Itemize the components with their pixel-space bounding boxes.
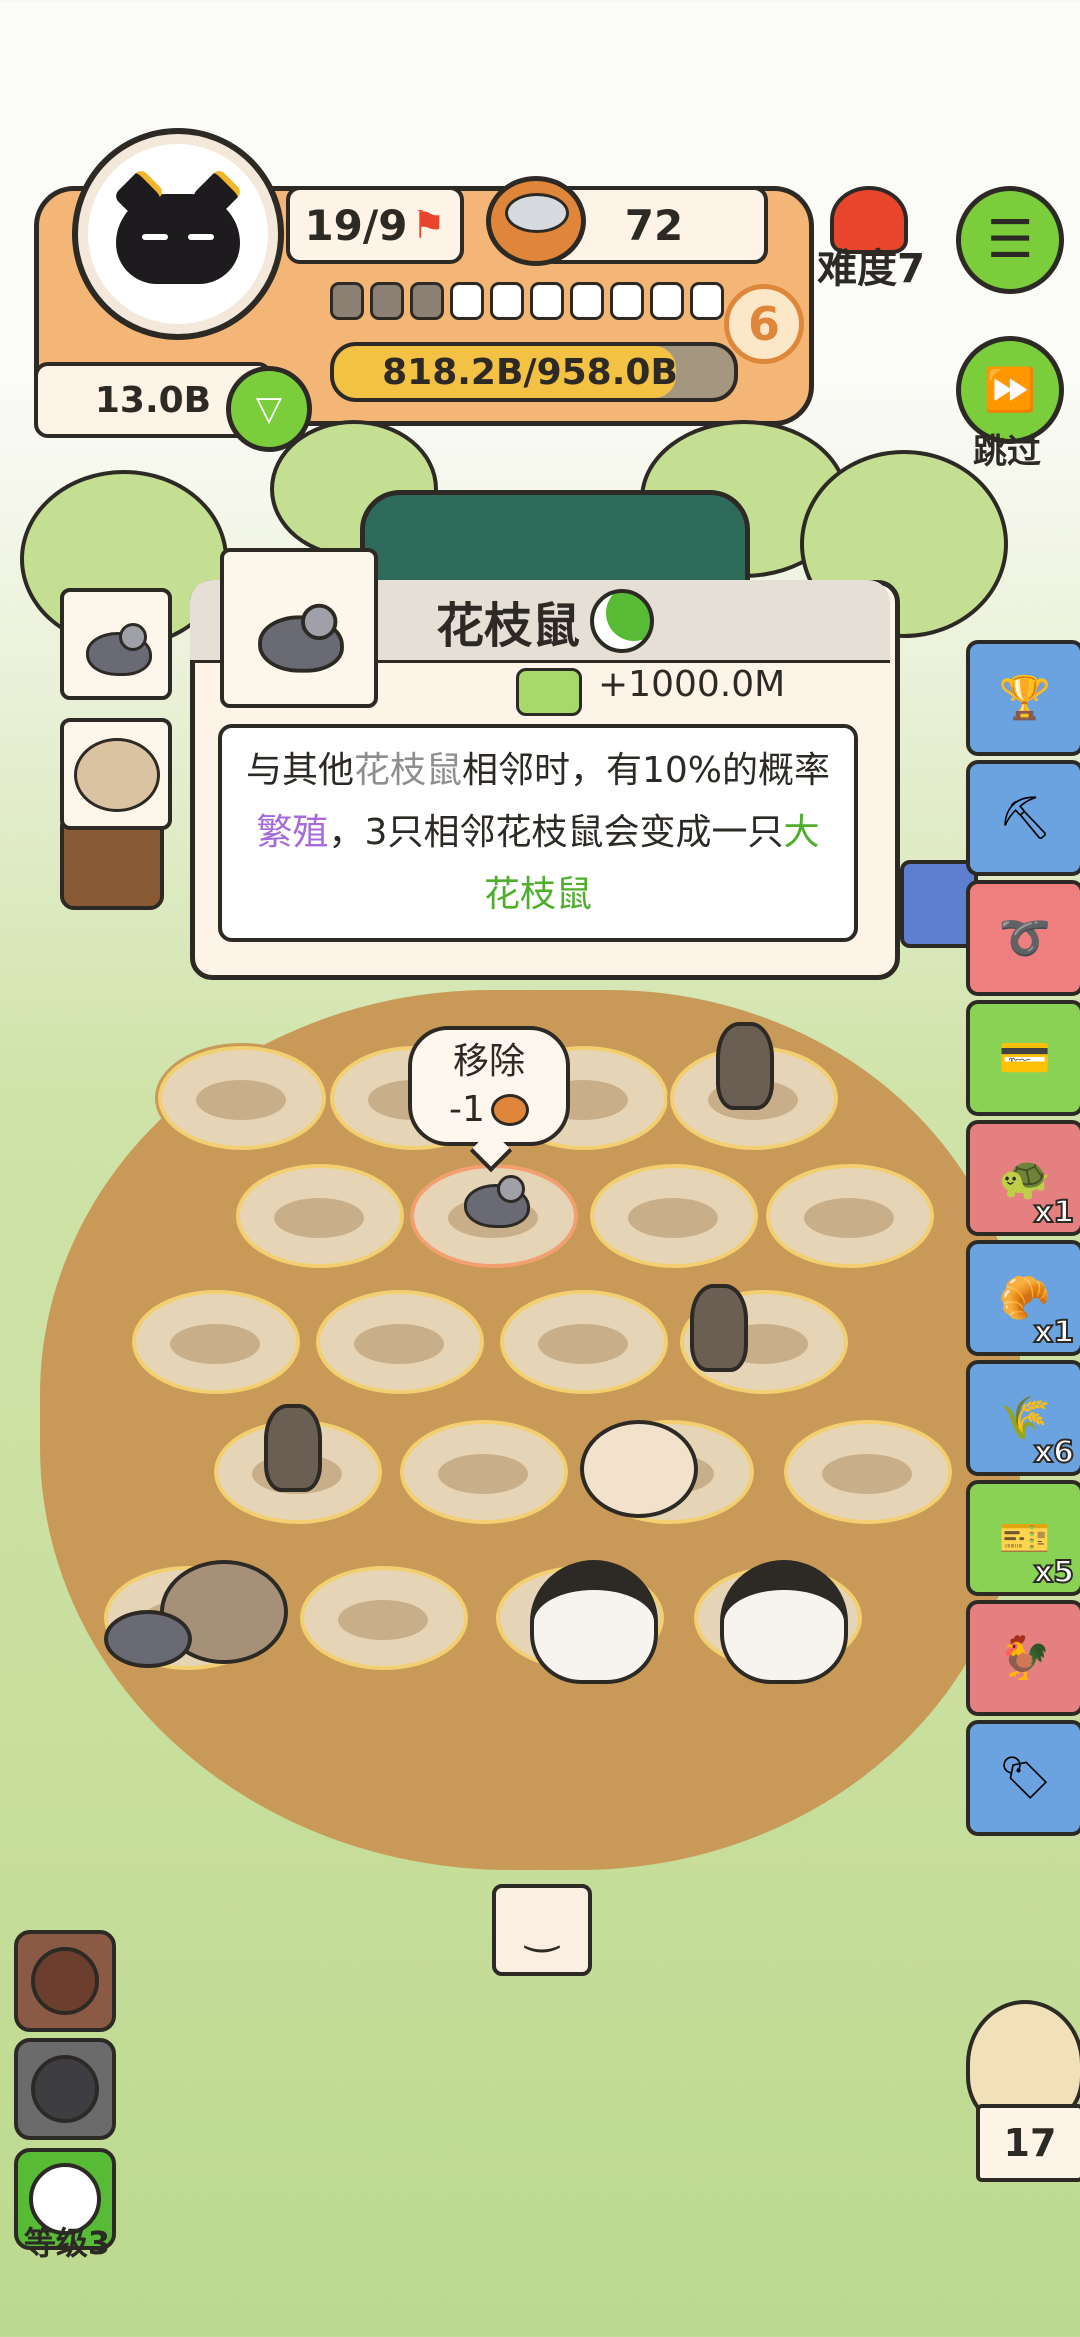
side-item-turtle-shell[interactable]: 🐢 x1 bbox=[966, 1120, 1080, 1236]
item-count: x5 bbox=[1033, 1554, 1075, 1591]
burrow-icon bbox=[74, 738, 160, 812]
chicken-icon: 🐓 bbox=[998, 1633, 1052, 1682]
side-item-pot[interactable]: ⛏ bbox=[966, 760, 1080, 876]
collection-card-burrow[interactable] bbox=[60, 718, 172, 830]
burrow-hole[interactable] bbox=[132, 1290, 300, 1394]
side-item-discount-ticket[interactable]: 🏷 bbox=[966, 1720, 1080, 1836]
ghost-skill-button[interactable] bbox=[14, 2038, 116, 2140]
cash-stack-icon bbox=[516, 668, 582, 716]
burrow-hole[interactable] bbox=[158, 1046, 326, 1150]
can-count-text: 72 bbox=[624, 200, 684, 250]
burrow-hole[interactable] bbox=[300, 1566, 468, 1670]
mouse-icon bbox=[86, 623, 152, 676]
desc-keyword-critter: 花枝鼠 bbox=[353, 750, 462, 791]
level-badge-text: 6 bbox=[747, 297, 780, 351]
side-item-chicken[interactable]: 🐓 bbox=[966, 1600, 1080, 1716]
remove-label: 移除 bbox=[452, 1041, 525, 1082]
ghost-cat-icon bbox=[31, 2055, 99, 2123]
side-item-rope[interactable]: ➰ bbox=[966, 880, 1080, 996]
hamster-critter[interactable] bbox=[580, 1420, 698, 1518]
rope-icon: ➰ bbox=[998, 913, 1052, 962]
burrow-hole[interactable] bbox=[766, 1164, 934, 1268]
owl-count-text: 17 bbox=[1003, 2121, 1057, 2165]
burrow-hole[interactable] bbox=[236, 1164, 404, 1268]
remove-cost: -1 bbox=[449, 1089, 485, 1130]
critter-name-text: 花枝鼠 bbox=[435, 598, 580, 654]
level-label: 等级3 bbox=[23, 2224, 111, 2262]
cookie-icon bbox=[31, 1947, 99, 2015]
kill-counter: 19/9 ⚑ bbox=[286, 186, 464, 264]
side-item-seed-sack[interactable]: 🌾 x6 bbox=[966, 1360, 1080, 1476]
desc-text: 相邻时，有10%的概率 bbox=[462, 750, 831, 791]
item-count: x6 bbox=[1033, 1434, 1075, 1471]
collapse-panel-button[interactable]: ‿ bbox=[492, 1884, 592, 1976]
fast-forward-icon: ⏩ bbox=[983, 365, 1037, 414]
critter-name: 花枝鼠 bbox=[400, 588, 690, 654]
level-segments bbox=[330, 282, 730, 324]
discount-ticket-icon: 🏷 bbox=[998, 1753, 1052, 1802]
burrow-hole[interactable] bbox=[316, 1290, 484, 1394]
burrow-hole[interactable] bbox=[500, 1290, 668, 1394]
desc-text: 与其他 bbox=[245, 750, 354, 791]
black-cat-avatar-icon bbox=[112, 167, 244, 284]
cookie-skill-button[interactable] bbox=[14, 1930, 116, 2032]
desc-keyword-breed: 繁殖 bbox=[256, 812, 329, 853]
food-can-icon bbox=[486, 176, 586, 266]
collection-card-mouse[interactable] bbox=[60, 588, 172, 700]
list-menu-icon: ☰ bbox=[986, 210, 1034, 270]
jerboa-critter[interactable] bbox=[716, 1022, 774, 1110]
money-text: 13.0B bbox=[94, 379, 212, 421]
chevron-down-icon: ▽ bbox=[255, 389, 283, 429]
trophy-icon: 🏆 bbox=[998, 673, 1052, 722]
red-flag-icon: ⚑ bbox=[411, 203, 446, 247]
kill-count-text: 19/9 bbox=[304, 200, 408, 250]
side-item-card[interactable]: 💳 bbox=[966, 1000, 1080, 1116]
rabbit-critter[interactable] bbox=[720, 1560, 848, 1684]
fancy-mouse-icon bbox=[258, 603, 344, 673]
side-item-refresh-ticket[interactable]: 🎫 x5 bbox=[966, 1480, 1080, 1596]
player-avatar[interactable] bbox=[72, 128, 284, 340]
level-badge: 6 bbox=[724, 284, 804, 364]
item-count: x1 bbox=[1033, 1194, 1075, 1231]
item-count: x1 bbox=[1033, 1314, 1075, 1351]
card-icon: 💳 bbox=[998, 1033, 1052, 1082]
owl-counter: 17 bbox=[976, 2104, 1080, 2182]
jerboa-critter[interactable] bbox=[264, 1404, 322, 1492]
desc-text: ，3只相邻花枝鼠会变成一只 bbox=[328, 812, 784, 853]
green-blob-icon bbox=[590, 589, 654, 653]
pot-icon: ⛏ bbox=[998, 793, 1052, 842]
burrow-hole[interactable] bbox=[400, 1420, 568, 1524]
smile-chevron-icon: ‿ bbox=[525, 1907, 559, 1953]
money-progress-text: 818.2B/958.0B bbox=[382, 351, 678, 393]
skip-label: 跳过 bbox=[973, 432, 1041, 472]
remove-critter-bubble[interactable]: 移除 -1 bbox=[408, 1026, 570, 1146]
critter-income: +1000.0M bbox=[598, 664, 786, 705]
rabbit-critter[interactable] bbox=[530, 1560, 658, 1684]
burrow-hole[interactable] bbox=[784, 1420, 952, 1524]
burrow-hole[interactable] bbox=[590, 1164, 758, 1268]
side-item-bread[interactable]: 🥐 x1 bbox=[966, 1240, 1080, 1356]
food-can-icon bbox=[490, 1094, 529, 1126]
critter-portrait bbox=[220, 548, 378, 708]
difficulty-label: 难度7 bbox=[817, 246, 925, 292]
jerboa-critter[interactable] bbox=[690, 1284, 748, 1372]
menu-button[interactable]: ☰ bbox=[956, 186, 1064, 294]
side-item-trophy[interactable]: 🏆 bbox=[966, 640, 1080, 756]
fancy-mouse-critter[interactable] bbox=[104, 1610, 192, 1668]
critter-description: 与其他花枝鼠相邻时，有10%的概率繁殖，3只相邻花枝鼠会变成一只大花枝鼠 bbox=[218, 724, 858, 942]
